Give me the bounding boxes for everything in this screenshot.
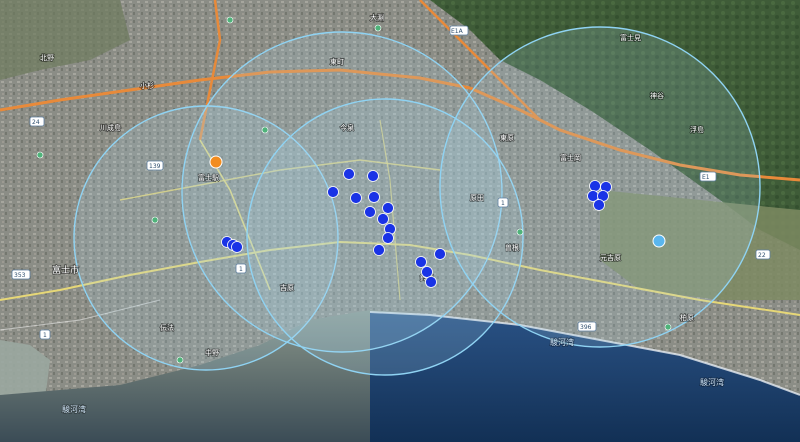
place-label: 柏原 <box>680 313 694 322</box>
place-label: 元吉原 <box>600 254 621 262</box>
blue-marker[interactable] <box>350 192 362 204</box>
road-shield-396: 396 <box>577 321 597 332</box>
road-shield-1: 1 <box>497 197 509 208</box>
place-label: 川成島 <box>100 123 121 132</box>
svg-text:396: 396 <box>580 324 592 331</box>
blue-marker[interactable] <box>377 213 389 225</box>
blue-marker[interactable] <box>367 170 379 182</box>
place-label: 富士市 <box>52 264 79 276</box>
svg-text:1: 1 <box>239 266 243 273</box>
place-label: 神谷 <box>650 91 664 100</box>
svg-text:E1: E1 <box>702 174 710 181</box>
blue-marker[interactable] <box>421 266 433 278</box>
blue-marker[interactable] <box>425 276 437 288</box>
place-label: 曽根 <box>505 243 519 252</box>
place-label: 富士見 <box>620 33 641 42</box>
poi-icon <box>261 126 269 134</box>
svg-text:1: 1 <box>43 332 47 339</box>
satellite-map[interactable]: 139 1 1 1 E1A E1 22 24 353 396 富士市 富士駅 駿… <box>0 0 800 442</box>
blue-marker[interactable] <box>593 199 605 211</box>
road-shield-139: 139 <box>146 160 164 171</box>
place-label: 小杉 <box>140 81 154 90</box>
svg-text:139: 139 <box>149 163 161 170</box>
road-shield-e1: E1 <box>699 171 717 182</box>
poi-icon <box>374 24 382 32</box>
blue-marker[interactable] <box>373 244 385 256</box>
blue-marker[interactable] <box>434 248 446 260</box>
svg-text:22: 22 <box>758 252 766 259</box>
road-shield-353: 353 <box>11 269 31 280</box>
place-label: 浮島 <box>690 125 704 134</box>
blue-marker[interactable] <box>382 202 394 214</box>
blue-marker[interactable] <box>343 168 355 180</box>
road-shield-1: 1 <box>39 329 51 340</box>
place-label: 駿河湾 <box>550 337 574 347</box>
poi-icon <box>664 323 672 331</box>
place-label: 今泉 <box>340 123 354 132</box>
blue-marker[interactable] <box>382 232 394 244</box>
place-label: 吉原 <box>280 284 294 292</box>
svg-text:E1A: E1A <box>451 28 464 35</box>
svg-text:1: 1 <box>501 200 505 207</box>
place-label: 伝法 <box>160 323 174 332</box>
blue-marker[interactable] <box>415 256 427 268</box>
poi-icon <box>176 356 184 364</box>
road-shield-22: 22 <box>755 249 771 260</box>
svg-text:353: 353 <box>14 272 26 279</box>
blue-marker[interactable] <box>231 241 243 253</box>
blue-marker[interactable] <box>368 191 380 203</box>
place-label: 富士岡 <box>560 153 581 162</box>
place-label: 原田 <box>470 194 484 202</box>
poi-icon <box>151 216 159 224</box>
place-label: 駿河湾 <box>700 377 724 387</box>
place-label: 東原 <box>500 133 514 142</box>
poi-icon <box>226 16 234 24</box>
map-view[interactable]: 139 1 1 1 E1A E1 22 24 353 396 富士市 富士駅 駿… <box>0 0 800 442</box>
poi-icon <box>516 228 524 236</box>
blue-marker[interactable] <box>327 186 339 198</box>
orange-marker[interactable] <box>209 155 223 169</box>
place-label: 駿河湾 <box>62 404 86 414</box>
place-label: 東町 <box>330 57 344 66</box>
svg-text:24: 24 <box>32 119 40 126</box>
place-label: 北野 <box>40 54 54 62</box>
lightblue-marker[interactable] <box>652 234 666 248</box>
place-label: 富士駅 <box>198 173 219 182</box>
blue-marker[interactable] <box>364 206 376 218</box>
blue-marker[interactable] <box>589 180 601 192</box>
road-shield-24: 24 <box>29 116 45 127</box>
road-shield-1: 1 <box>235 263 247 274</box>
place-label: 中野 <box>205 348 219 357</box>
place-label: 大淵 <box>370 13 384 22</box>
poi-icon <box>36 151 44 159</box>
road-shield-e1a: E1A <box>449 25 469 36</box>
